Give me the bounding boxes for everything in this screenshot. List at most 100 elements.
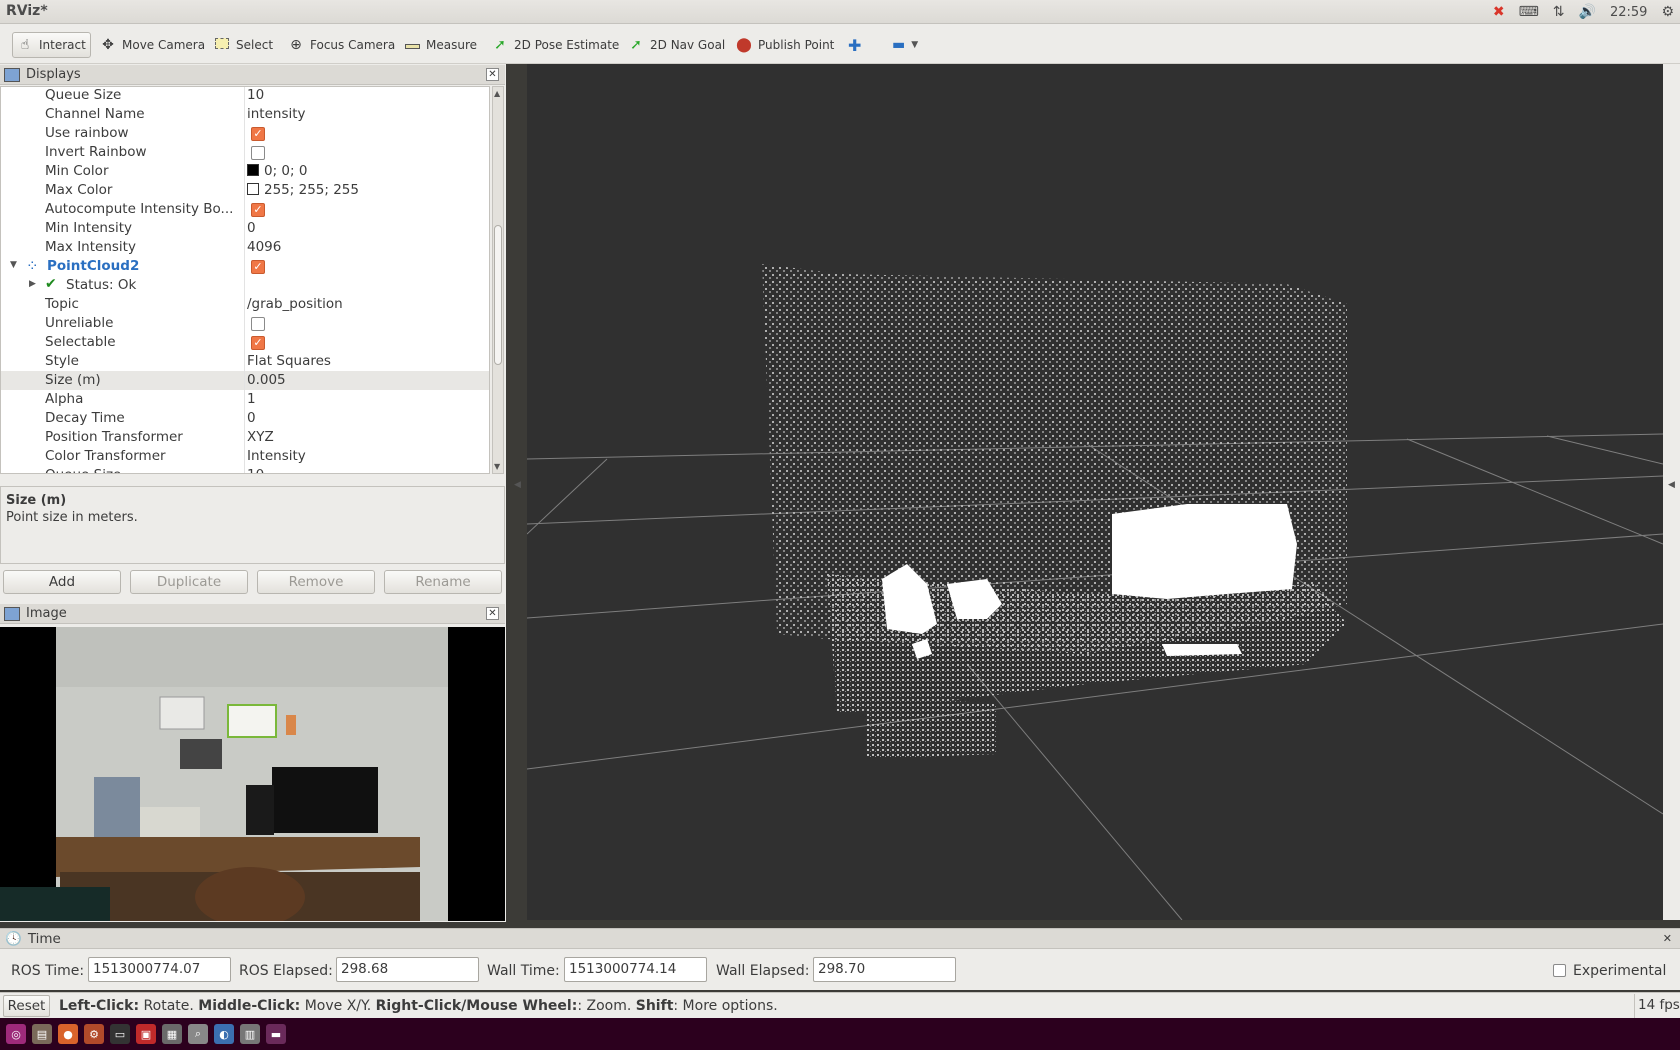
- ros-time-field[interactable]: 1513000774.07: [88, 957, 231, 982]
- property-value[interactable]: 10: [247, 87, 264, 103]
- property-checkbox[interactable]: ✓: [251, 203, 265, 217]
- interact-tool-button[interactable]: ☝ Interact: [12, 32, 91, 58]
- property-checkbox[interactable]: [251, 317, 265, 331]
- property-checkbox[interactable]: [251, 146, 265, 160]
- property-checkbox[interactable]: ✓: [251, 260, 265, 274]
- property-row[interactable]: Style Flat Squares: [1, 352, 489, 371]
- publish-point-tool-button[interactable]: ⬤ Publish Point: [732, 32, 838, 58]
- volume-icon[interactable]: 🔊: [1579, 4, 1596, 20]
- focus-camera-tool-button[interactable]: ⊕ Focus Camera: [284, 32, 399, 58]
- property-row[interactable]: Alpha 1: [1, 390, 489, 409]
- property-row[interactable]: Selectable ✓: [1, 333, 489, 352]
- property-value[interactable]: Intensity: [247, 448, 306, 464]
- scroll-down-icon[interactable]: ▼: [494, 462, 500, 471]
- network-icon[interactable]: ⇅: [1553, 4, 1565, 20]
- remove-button[interactable]: Remove: [257, 570, 375, 594]
- property-row[interactable]: Size (m) 0.005: [1, 371, 489, 390]
- property-value[interactable]: 0: [247, 220, 256, 236]
- property-value[interactable]: 4096: [247, 239, 281, 255]
- close-icon[interactable]: ✕: [486, 68, 499, 81]
- property-row[interactable]: Topic/grab_position: [1, 295, 489, 314]
- property-value[interactable]: 255; 255; 255: [247, 182, 359, 198]
- property-row[interactable]: Unreliable: [1, 314, 489, 333]
- 2d-pose-estimate-tool-button[interactable]: ➚ 2D Pose Estimate: [488, 32, 623, 58]
- property-row[interactable]: Queue Size 10: [1, 87, 489, 105]
- settings-icon[interactable]: ⚙: [1661, 4, 1674, 20]
- property-value[interactable]: XYZ: [247, 429, 274, 445]
- property-row[interactable]: Max Intensity 4096: [1, 238, 489, 257]
- property-row[interactable]: Use rainbow ✓: [1, 124, 489, 143]
- property-row[interactable]: Autocompute Intensity Bo... ✓: [1, 200, 489, 219]
- property-value[interactable]: 0.005: [247, 372, 286, 388]
- property-row[interactable]: Min Intensity 0: [1, 219, 489, 238]
- property-name: PointCloud2: [47, 258, 140, 274]
- eclipse-icon[interactable]: ◐: [214, 1024, 234, 1044]
- add-tool-button[interactable]: ✚: [844, 32, 865, 58]
- scroll-up-icon[interactable]: ▲: [494, 89, 500, 98]
- scrollbar-thumb[interactable]: [494, 225, 502, 365]
- wall-time-field[interactable]: 1513000774.14: [564, 957, 707, 982]
- property-row[interactable]: Invert Rainbow: [1, 143, 489, 162]
- property-name: Style: [45, 353, 79, 369]
- image-viewer-icon[interactable]: ▦: [162, 1024, 182, 1044]
- displays-scrollbar[interactable]: ▲ ▼: [492, 86, 504, 474]
- property-value[interactable]: intensity: [247, 106, 306, 122]
- property-value[interactable]: 10: [247, 467, 264, 473]
- left-dock: Displays ✕ Queue Size 10 Channel Name inten…: [0, 64, 506, 922]
- rename-button[interactable]: Rename: [384, 570, 502, 594]
- 2d-nav-goal-tool-button[interactable]: ➚ 2D Nav Goal: [624, 32, 729, 58]
- error-icon[interactable]: ✖: [1493, 4, 1505, 20]
- keyboard-icon[interactable]: ⌨: [1519, 4, 1539, 20]
- property-value[interactable]: /grab_position: [247, 296, 343, 312]
- property-value[interactable]: 1: [247, 391, 256, 407]
- files-icon[interactable]: ▤: [32, 1024, 52, 1044]
- property-name: Queue Size: [45, 87, 122, 103]
- select-tool-button[interactable]: Select: [210, 32, 277, 58]
- terminal-icon[interactable]: ▭: [110, 1024, 130, 1044]
- move-camera-tool-button[interactable]: ✥ Move Camera: [96, 32, 209, 58]
- measure-tool-button[interactable]: Measure: [400, 32, 481, 58]
- clock-icon: 🕓: [5, 930, 22, 947]
- app-icon[interactable]: ▣: [136, 1024, 156, 1044]
- property-row[interactable]: ▶ ✔ Status: Ok: [1, 276, 489, 295]
- add-button[interactable]: Add: [3, 570, 121, 594]
- property-row[interactable]: Queue Size 10: [1, 466, 489, 473]
- property-value[interactable]: Flat Squares: [247, 353, 331, 369]
- firefox-icon[interactable]: ●: [58, 1024, 78, 1044]
- duplicate-button[interactable]: Duplicate: [130, 570, 248, 594]
- property-value[interactable]: 0; 0; 0: [247, 163, 307, 179]
- search-icon[interactable]: ⌕: [188, 1024, 208, 1044]
- reset-button[interactable]: Reset: [3, 995, 50, 1017]
- property-row[interactable]: ▼ ⁘ PointCloud2 ✓: [1, 257, 489, 276]
- property-row[interactable]: Max Color 255; 255; 255: [1, 181, 489, 200]
- workspace-icon[interactable]: ▬: [266, 1024, 286, 1044]
- expand-arrow-icon[interactable]: ▶: [29, 279, 36, 289]
- property-row[interactable]: Position Transformer XYZ: [1, 428, 489, 447]
- wall-elapsed-field[interactable]: 298.70: [813, 957, 956, 982]
- column-divider: [244, 276, 245, 295]
- collapse-left-arrow-icon[interactable]: ◀: [514, 480, 521, 490]
- close-icon[interactable]: ✕: [486, 607, 499, 620]
- collapse-right-arrow-icon[interactable]: ◀: [1668, 480, 1675, 490]
- property-checkbox[interactable]: ✓: [251, 336, 265, 350]
- remove-tool-button[interactable]: ▬ ▼: [888, 32, 922, 58]
- property-checkbox[interactable]: ✓: [251, 127, 265, 141]
- clock[interactable]: 22:59: [1610, 5, 1647, 20]
- close-icon[interactable]: ✕: [1663, 932, 1672, 945]
- property-row[interactable]: Color Transformer Intensity: [1, 447, 489, 466]
- column-divider: [244, 390, 245, 409]
- expand-arrow-icon[interactable]: ▼: [10, 260, 17, 270]
- experimental-checkbox[interactable]: [1553, 964, 1566, 977]
- system-settings-icon[interactable]: ⚙: [84, 1024, 104, 1044]
- property-value[interactable]: 0: [247, 410, 256, 426]
- property-row[interactable]: Decay Time 0: [1, 409, 489, 428]
- 3d-render-view[interactable]: [526, 64, 1664, 921]
- experimental-label: Experimental: [1573, 963, 1667, 979]
- dash-icon[interactable]: ◎: [6, 1024, 26, 1044]
- select-icon: [214, 37, 230, 53]
- property-row[interactable]: Min Color 0; 0; 0: [1, 162, 489, 181]
- move-camera-icon: ✥: [102, 37, 114, 53]
- rviz-icon[interactable]: ▥: [240, 1024, 260, 1044]
- property-row[interactable]: Channel Name intensity: [1, 105, 489, 124]
- ros-elapsed-field[interactable]: 298.68: [336, 957, 479, 982]
